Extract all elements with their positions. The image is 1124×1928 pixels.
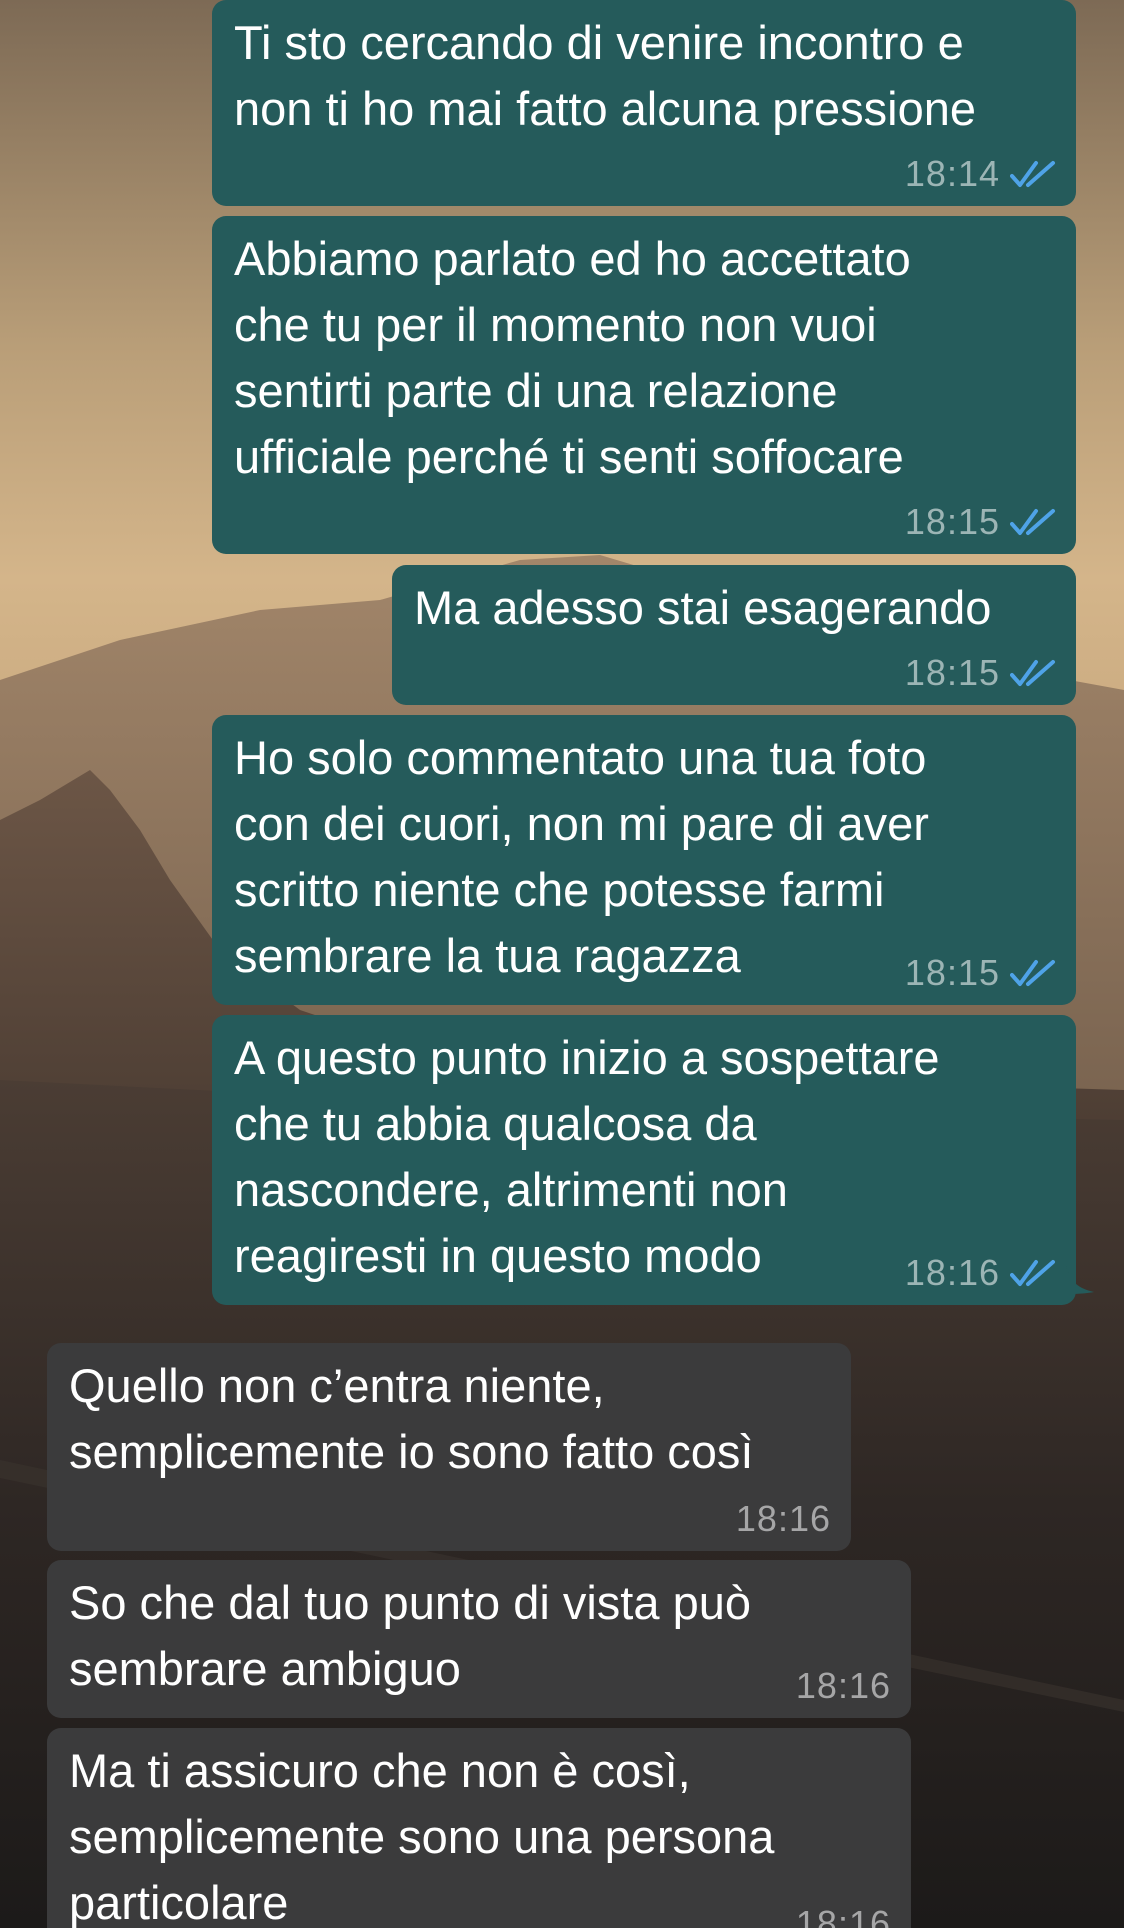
message-time: 18:15 [904,652,1000,693]
message-meta: 18:15 [905,953,1056,993]
message-text: Ma adesso stai esagerando [414,581,992,634]
double-check-icon [1010,1260,1055,1286]
message-meta: 18:16 [736,1499,831,1539]
message-meta: 18:16 [796,1666,891,1706]
message-meta: 18:14 [905,154,1056,194]
double-check-icon [1010,660,1055,686]
message-time: 18:16 [735,1498,831,1539]
message-text: Ma ti assicuro che non è così, semplicem… [69,1744,775,1928]
message-list[interactable]: Ti sto cercando di venire incontro e non… [0,0,1124,1928]
message-time: 18:16 [904,1252,1000,1293]
double-check-icon [1010,509,1055,535]
message-bubble-outgoing[interactable]: Abbiamo parlato ed ho accettato che tu p… [212,216,1076,554]
message-text: Ho solo commentato una tua foto con dei … [234,731,929,982]
message-meta: 18:16 [905,1253,1056,1293]
message-bubble-outgoing[interactable]: Ti sto cercando di venire incontro e non… [212,0,1076,206]
message-text: Quello non c’entra niente, semplicemente… [69,1359,754,1478]
message-time: 18:15 [904,952,1000,993]
message-time: 18:16 [795,1903,891,1928]
message-meta: 18:15 [905,653,1056,693]
double-check-icon [1010,960,1055,986]
message-time: 18:14 [904,153,1000,194]
message-text: So che dal tuo punto di vista può sembra… [69,1576,751,1695]
message-meta: 18:15 [905,502,1056,542]
message-bubble-outgoing[interactable]: A questo punto inizio a sospettare che t… [212,1015,1076,1305]
message-meta: 18:16 [796,1904,891,1928]
bubble-tail [1066,1266,1094,1294]
message-bubble-outgoing[interactable]: Ho solo commentato una tua foto con dei … [212,715,1076,1005]
message-text: Abbiamo parlato ed ho accettato che tu p… [234,232,911,483]
message-time: 18:16 [795,1665,891,1706]
double-check-icon [1010,161,1055,187]
message-text: Ti sto cercando di venire incontro e non… [234,16,977,135]
message-bubble-outgoing[interactable]: Ma adesso stai esagerando 18:15 [392,565,1076,705]
message-text: A questo punto inizio a sospettare che t… [234,1031,940,1282]
message-bubble-incoming[interactable]: Ma ti assicuro che non è così, semplicem… [47,1728,911,1928]
message-bubble-incoming[interactable]: So che dal tuo punto di vista può sembra… [47,1560,911,1718]
message-bubble-incoming[interactable]: Quello non c’entra niente, semplicemente… [47,1343,851,1551]
message-time: 18:15 [904,501,1000,542]
